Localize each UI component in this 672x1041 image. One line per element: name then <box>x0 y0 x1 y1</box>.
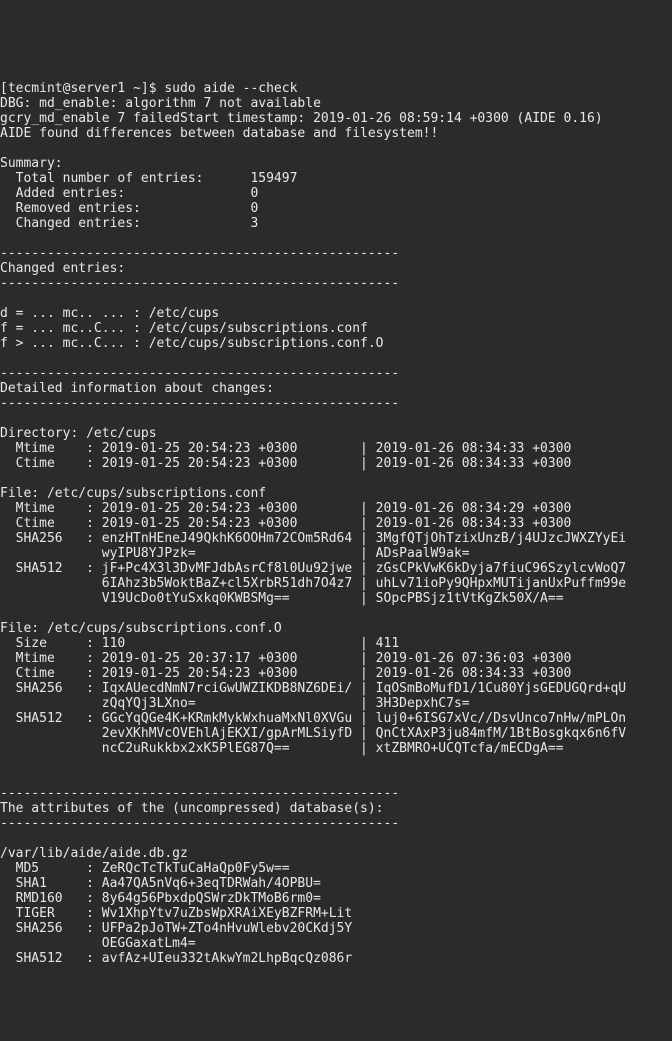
summary-header: Summary: <box>0 156 63 171</box>
attr-line: Mtime : 2019-01-25 20:37:17 +0300 | 2019… <box>0 651 571 666</box>
shell-prompt-line[interactable]: [tecmint@server1 ~]$ sudo aide --check <box>0 81 297 96</box>
attr-line: 6IAhz3b5WoktBaZ+cl5XrbR51dh7O4z7 | uhLv7… <box>0 576 626 591</box>
attr-line: Size : 110 | 411 <box>0 636 399 651</box>
attr-line: MD5 : ZeRQcTcTkTuCaHaQp0Fy5w== <box>0 861 290 876</box>
divider: ----------------------------------------… <box>0 366 399 381</box>
changed-entry: f = ... mc..C... : /etc/cups/subscriptio… <box>0 321 368 336</box>
attr-line: SHA256 : IqxAUecdNmN7rciGwUWZIKDB8NZ6DEi… <box>0 681 626 696</box>
attr-line: SHA256 : UFPa2pJoTW+ZTo4nHvuWlebv20CKdj5… <box>0 921 352 936</box>
section-header: Changed entries: <box>0 261 125 276</box>
output-line: AIDE found differences between database … <box>0 126 438 141</box>
attr-line: Mtime : 2019-01-25 20:54:23 +0300 | 2019… <box>0 501 571 516</box>
divider: ----------------------------------------… <box>0 396 399 411</box>
file-header: File: /etc/cups/subscriptions.conf <box>0 486 266 501</box>
summary-line: Removed entries: 0 <box>0 201 258 216</box>
attr-line: SHA512 : avfAz+UIeu332tAkwYm2LhpBqcQz086… <box>0 951 352 966</box>
directory-header: Directory: /etc/cups <box>0 426 157 441</box>
terminal-output: [tecmint@server1 ~]$ sudo aide --check D… <box>0 75 672 966</box>
divider: ----------------------------------------… <box>0 786 399 801</box>
attr-line: V19UcDo0tYuSxkq0KWBSMg== | SOpcPBSjz1tVt… <box>0 591 564 606</box>
summary-line: Changed entries: 3 <box>0 216 258 231</box>
attr-line: OEGGaxatLm4= <box>0 936 196 951</box>
attr-line: RMD160 : 8y64g56PbxdpQSWrzDkTMoB6rm0= <box>0 891 321 906</box>
output-line: DBG: md_enable: algorithm 7 not availabl… <box>0 96 321 111</box>
changed-entry: f > ... mc..C... : /etc/cups/subscriptio… <box>0 336 384 351</box>
output-line: gcry_md_enable 7 failedStart timestamp: … <box>0 111 603 126</box>
file-header: File: /etc/cups/subscriptions.conf.O <box>0 621 282 636</box>
divider: ----------------------------------------… <box>0 816 399 831</box>
attr-line: SHA512 : GGcYqQGe4K+KRmkMykWxhuaMxNl0XVG… <box>0 711 626 726</box>
summary-line: Total number of entries: 159497 <box>0 171 297 186</box>
section-header: Detailed information about changes: <box>0 381 274 396</box>
attr-line: SHA1 : Aa47QA5nVq6+3eqTDRWah/4OPBU= <box>0 876 321 891</box>
db-path: /var/lib/aide/aide.db.gz <box>0 846 188 861</box>
attr-line: Ctime : 2019-01-25 20:54:23 +0300 | 2019… <box>0 516 571 531</box>
attr-line: wyIPU8YJPzk= | ADsPaalW9ak= <box>0 546 470 561</box>
changed-entry: d = ... mc.. ... : /etc/cups <box>0 306 219 321</box>
attr-line: 2evXKhMVcOVEhlAjEKXI/gpArMLSiyfD | QnCtX… <box>0 726 626 741</box>
attr-line: SHA256 : enzHTnHEneJ49QkhK6OOHm72COm5Rd6… <box>0 531 626 546</box>
summary-line: Added entries: 0 <box>0 186 258 201</box>
attr-line: Ctime : 2019-01-25 20:54:23 +0300 | 2019… <box>0 456 571 471</box>
attr-line: Ctime : 2019-01-25 20:54:23 +0300 | 2019… <box>0 666 571 681</box>
attr-line: ncC2uRukkbx2xK5PlEG87Q== | xtZBMRO+UCQTc… <box>0 741 564 756</box>
section-header: The attributes of the (uncompressed) dat… <box>0 801 384 816</box>
divider: ----------------------------------------… <box>0 246 399 261</box>
attr-line: zQqYQj3LXno= | 3H3DepxhC7s= <box>0 696 470 711</box>
divider: ----------------------------------------… <box>0 276 399 291</box>
attr-line: SHA512 : jF+Pc4X3l3DvMFJdbAsrCf8l0Uu92jw… <box>0 561 626 576</box>
attr-line: Mtime : 2019-01-25 20:54:23 +0300 | 2019… <box>0 441 571 456</box>
attr-line: TIGER : Wv1XhpYtv7uZbsWpXRAiXEyBZFRM+Lit <box>0 906 352 921</box>
